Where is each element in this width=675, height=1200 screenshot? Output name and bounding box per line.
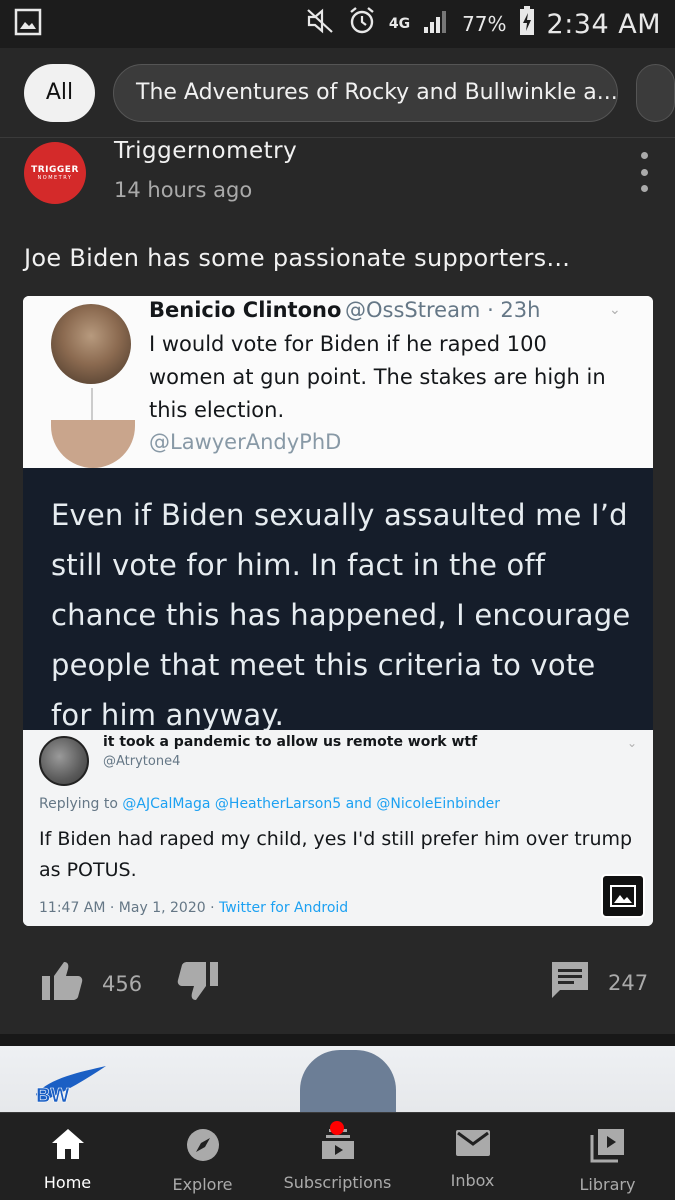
channel-avatar[interactable]: TRIGGER NOMETRY	[24, 142, 86, 204]
tweet-2-handle: @LawyerAndyPhD	[149, 430, 342, 454]
nav-explore-label: Explore	[172, 1175, 233, 1194]
tweet-3-chevron-icon: ⌄	[627, 736, 638, 750]
chip-next[interactable]	[636, 63, 675, 122]
tweet-3-replying: Replying to @AJCalMaga @HeatherLarson5 a…	[39, 796, 500, 812]
thumbs-down-icon	[176, 960, 220, 1007]
next-video-thumbnail[interactable]: BW	[0, 1046, 675, 1112]
post-text: Joe Biden has some passionate supporters…	[24, 244, 571, 272]
feed-divider	[0, 1034, 675, 1046]
channel-name[interactable]: Triggernometry	[114, 138, 297, 164]
like-count: 456	[102, 971, 143, 996]
battery-charging-icon	[519, 6, 535, 42]
next-thumbnail-person	[300, 1050, 396, 1112]
nav-library-label: Library	[579, 1175, 636, 1194]
like-button[interactable]: 456	[40, 960, 142, 1007]
home-icon	[50, 1127, 86, 1165]
nav-inbox[interactable]: Inbox	[405, 1113, 540, 1200]
nav-home-label: Home	[43, 1173, 92, 1192]
post-time: 14 hours ago	[114, 178, 253, 202]
alarm-icon	[347, 6, 377, 42]
comments-button[interactable]: 247	[550, 960, 648, 1005]
notification-dot	[330, 1121, 344, 1135]
tweet-1-avatar	[51, 304, 131, 384]
clock: 2:34 AM	[546, 8, 661, 40]
replying-to-handles: @AJCalMaga @HeatherLarson5 and @NicoleEi…	[122, 796, 501, 812]
post-image[interactable]: Benicio Clintono @OssStream · 23h ⌄ I wo…	[23, 296, 653, 926]
channel-avatar-text: TRIGGER	[31, 165, 79, 175]
post-actions: 456 247	[0, 950, 675, 1020]
gallery-notification-icon	[14, 8, 42, 40]
compass-icon	[185, 1127, 221, 1167]
tweet-2-header: @LawyerAndyPhD	[23, 420, 653, 468]
post-header: TRIGGER NOMETRY Triggernometry 14 hours …	[0, 138, 675, 218]
tweet-3: it took a pandemic to allow us remote wo…	[23, 730, 653, 926]
tweet-1-text: I would vote for Biden if he raped 100 w…	[149, 332, 606, 422]
tweet-3-avatar	[39, 736, 89, 786]
thumbs-up-icon	[40, 960, 84, 1007]
image-icon	[601, 874, 645, 918]
tweet-2: @LawyerAndyPhD Even if Biden sexually as…	[23, 420, 653, 732]
nav-inbox-label: Inbox	[450, 1171, 495, 1190]
mail-icon	[454, 1127, 492, 1163]
more-options-icon[interactable]	[632, 152, 656, 192]
tweet-1-chevron-icon: ⌄	[609, 302, 621, 318]
tweet-3-text: If Biden had raped my child, yes I'd sti…	[39, 828, 633, 881]
nav-explore[interactable]: Explore	[135, 1113, 270, 1200]
status-bar: 4G 77% 2:34 AM	[0, 0, 675, 48]
chip-all[interactable]: All	[24, 63, 96, 122]
library-icon	[590, 1127, 626, 1167]
mute-icon	[305, 7, 335, 41]
nav-subscriptions[interactable]: Subscriptions	[270, 1113, 405, 1200]
tweet-1-handle: @OssStream · 23h	[345, 298, 541, 322]
bottom-navigation: Home Explore Subscriptions Inbox Library	[0, 1112, 675, 1200]
tweet-3-name: it took a pandemic to allow us remote wo…	[103, 734, 478, 750]
next-thumbnail-image: BW	[0, 1046, 675, 1112]
tweet-3-meta: 11:47 AM · May 1, 2020 · Twitter for And…	[39, 900, 348, 916]
tweet-3-source: Twitter for Android	[218, 900, 349, 916]
channel-avatar-subtext: NOMETRY	[37, 175, 73, 181]
tweet-1: Benicio Clintono @OssStream · 23h ⌄ I wo…	[23, 296, 653, 424]
network-type: 4G	[388, 16, 411, 32]
nav-library[interactable]: Library	[540, 1113, 675, 1200]
nav-home[interactable]: Home	[0, 1113, 135, 1200]
tweet-3-handle: @Atrytone4	[103, 754, 181, 769]
chip-rocky-bullwinkle[interactable]: The Adventures of Rocky and Bullwinkle a…	[113, 63, 619, 122]
tweet-3-date: 11:47 AM · May 1, 2020 ·	[39, 900, 219, 916]
filter-chips: All The Adventures of Rocky and Bullwink…	[0, 48, 675, 138]
tweet-2-text: Even if Biden sexually assaulted me I’d …	[51, 498, 631, 732]
tweet-2-avatar	[51, 420, 135, 468]
nav-subscriptions-label: Subscriptions	[283, 1173, 392, 1192]
signal-icon	[422, 8, 450, 40]
comment-count: 247	[608, 970, 649, 995]
svg-text:BW: BW	[36, 1085, 69, 1107]
replying-prefix: Replying to	[39, 796, 123, 812]
tweet-1-name: Benicio Clintono	[149, 298, 342, 322]
battery-percent: 77%	[462, 12, 507, 36]
thread-line	[91, 388, 93, 422]
comment-icon	[550, 960, 590, 1005]
dislike-button[interactable]	[176, 960, 220, 1007]
next-thumbnail-logo: BW	[36, 1066, 106, 1107]
